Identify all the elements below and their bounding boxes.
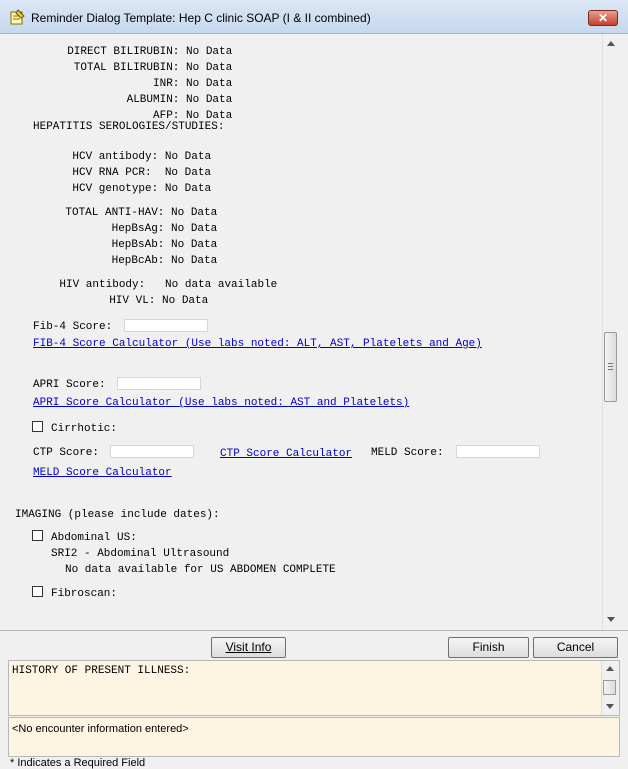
note-preview-area[interactable]: HISTORY OF PRESENT ILLNESS: <box>8 660 620 716</box>
scroll-up-arrow-icon[interactable] <box>607 41 615 46</box>
meld-label: MELD Score: <box>371 447 444 459</box>
ctp-score-input[interactable] <box>110 445 194 458</box>
required-field-note: * Indicates a Required Field <box>10 757 146 769</box>
close-button[interactable]: ✕ <box>588 10 618 26</box>
scroll-down-arrow-icon[interactable] <box>607 617 615 622</box>
cirrhotic-checkbox[interactable] <box>32 421 43 432</box>
dialog-scrollbar[interactable] <box>602 34 618 630</box>
ctp-calculator-link[interactable]: CTP Score Calculator <box>220 447 352 461</box>
hiv-vl-row: HIV VL: No Data <box>33 280 208 322</box>
finish-button[interactable]: Finish <box>448 637 529 658</box>
apri-label: APRI Score: <box>33 379 106 391</box>
ctp-label: CTP Score: <box>33 447 100 459</box>
note-preview-text: HISTORY OF PRESENT ILLNESS: <box>12 665 191 677</box>
cirrhotic-label: Cirrhotic: <box>51 423 118 435</box>
scroll-thumb[interactable] <box>604 332 617 402</box>
button-bar: Visit Info Finish Cancel <box>0 630 628 661</box>
cancel-button[interactable]: Cancel <box>533 637 618 658</box>
meld-calculator-link[interactable]: MELD Score Calculator <box>33 466 172 480</box>
imaging-heading: IMAGING (please include dates): <box>15 509 220 521</box>
dialog-content: DIRECT BILIRUBIN: No Data TOTAL BILIRUBI… <box>8 34 602 630</box>
abdominal-us-detail: SRI2 - Abdominal Ultrasound <box>51 548 230 560</box>
abdominal-us-no-data: No data available for US ABDOMEN COMPLET… <box>65 564 336 576</box>
note-scroll-down-icon[interactable] <box>606 704 614 709</box>
fib4-label: Fib-4 Score: <box>33 321 113 333</box>
serologies-heading: HEPATITIS SEROLOGIES/STUDIES: <box>33 121 225 133</box>
hiv-vl-value: No Data <box>162 295 209 307</box>
meld-score-input[interactable] <box>456 445 540 458</box>
apri-calculator-link[interactable]: APRI Score Calculator (Use labs noted: A… <box>33 396 409 410</box>
fibroscan-label: Fibroscan: <box>51 588 118 600</box>
encounter-info-text: <No encounter information entered> <box>12 723 189 735</box>
hiv-vl-label: HIV VL: <box>109 295 156 307</box>
apri-score-input[interactable] <box>117 377 201 390</box>
window-title: Reminder Dialog Template: Hep C clinic S… <box>31 11 371 25</box>
visit-info-button[interactable]: Visit Info <box>211 637 286 658</box>
encounter-info-area: <No encounter information entered> <box>8 717 620 757</box>
title-bar: Reminder Dialog Template: Hep C clinic S… <box>0 0 628 34</box>
fib4-score-input[interactable] <box>124 319 208 332</box>
abdominal-us-label: Abdominal US: <box>51 532 137 544</box>
fibroscan-checkbox[interactable] <box>32 586 43 597</box>
notepad-icon <box>10 9 25 25</box>
note-scroll-thumb[interactable] <box>603 680 616 695</box>
fib4-calculator-link[interactable]: FIB-4 Score Calculator (Use labs noted: … <box>33 337 482 351</box>
abdominal-us-checkbox[interactable] <box>32 530 43 541</box>
note-preview-scrollbar[interactable] <box>601 661 619 715</box>
note-scroll-up-icon[interactable] <box>606 666 614 671</box>
